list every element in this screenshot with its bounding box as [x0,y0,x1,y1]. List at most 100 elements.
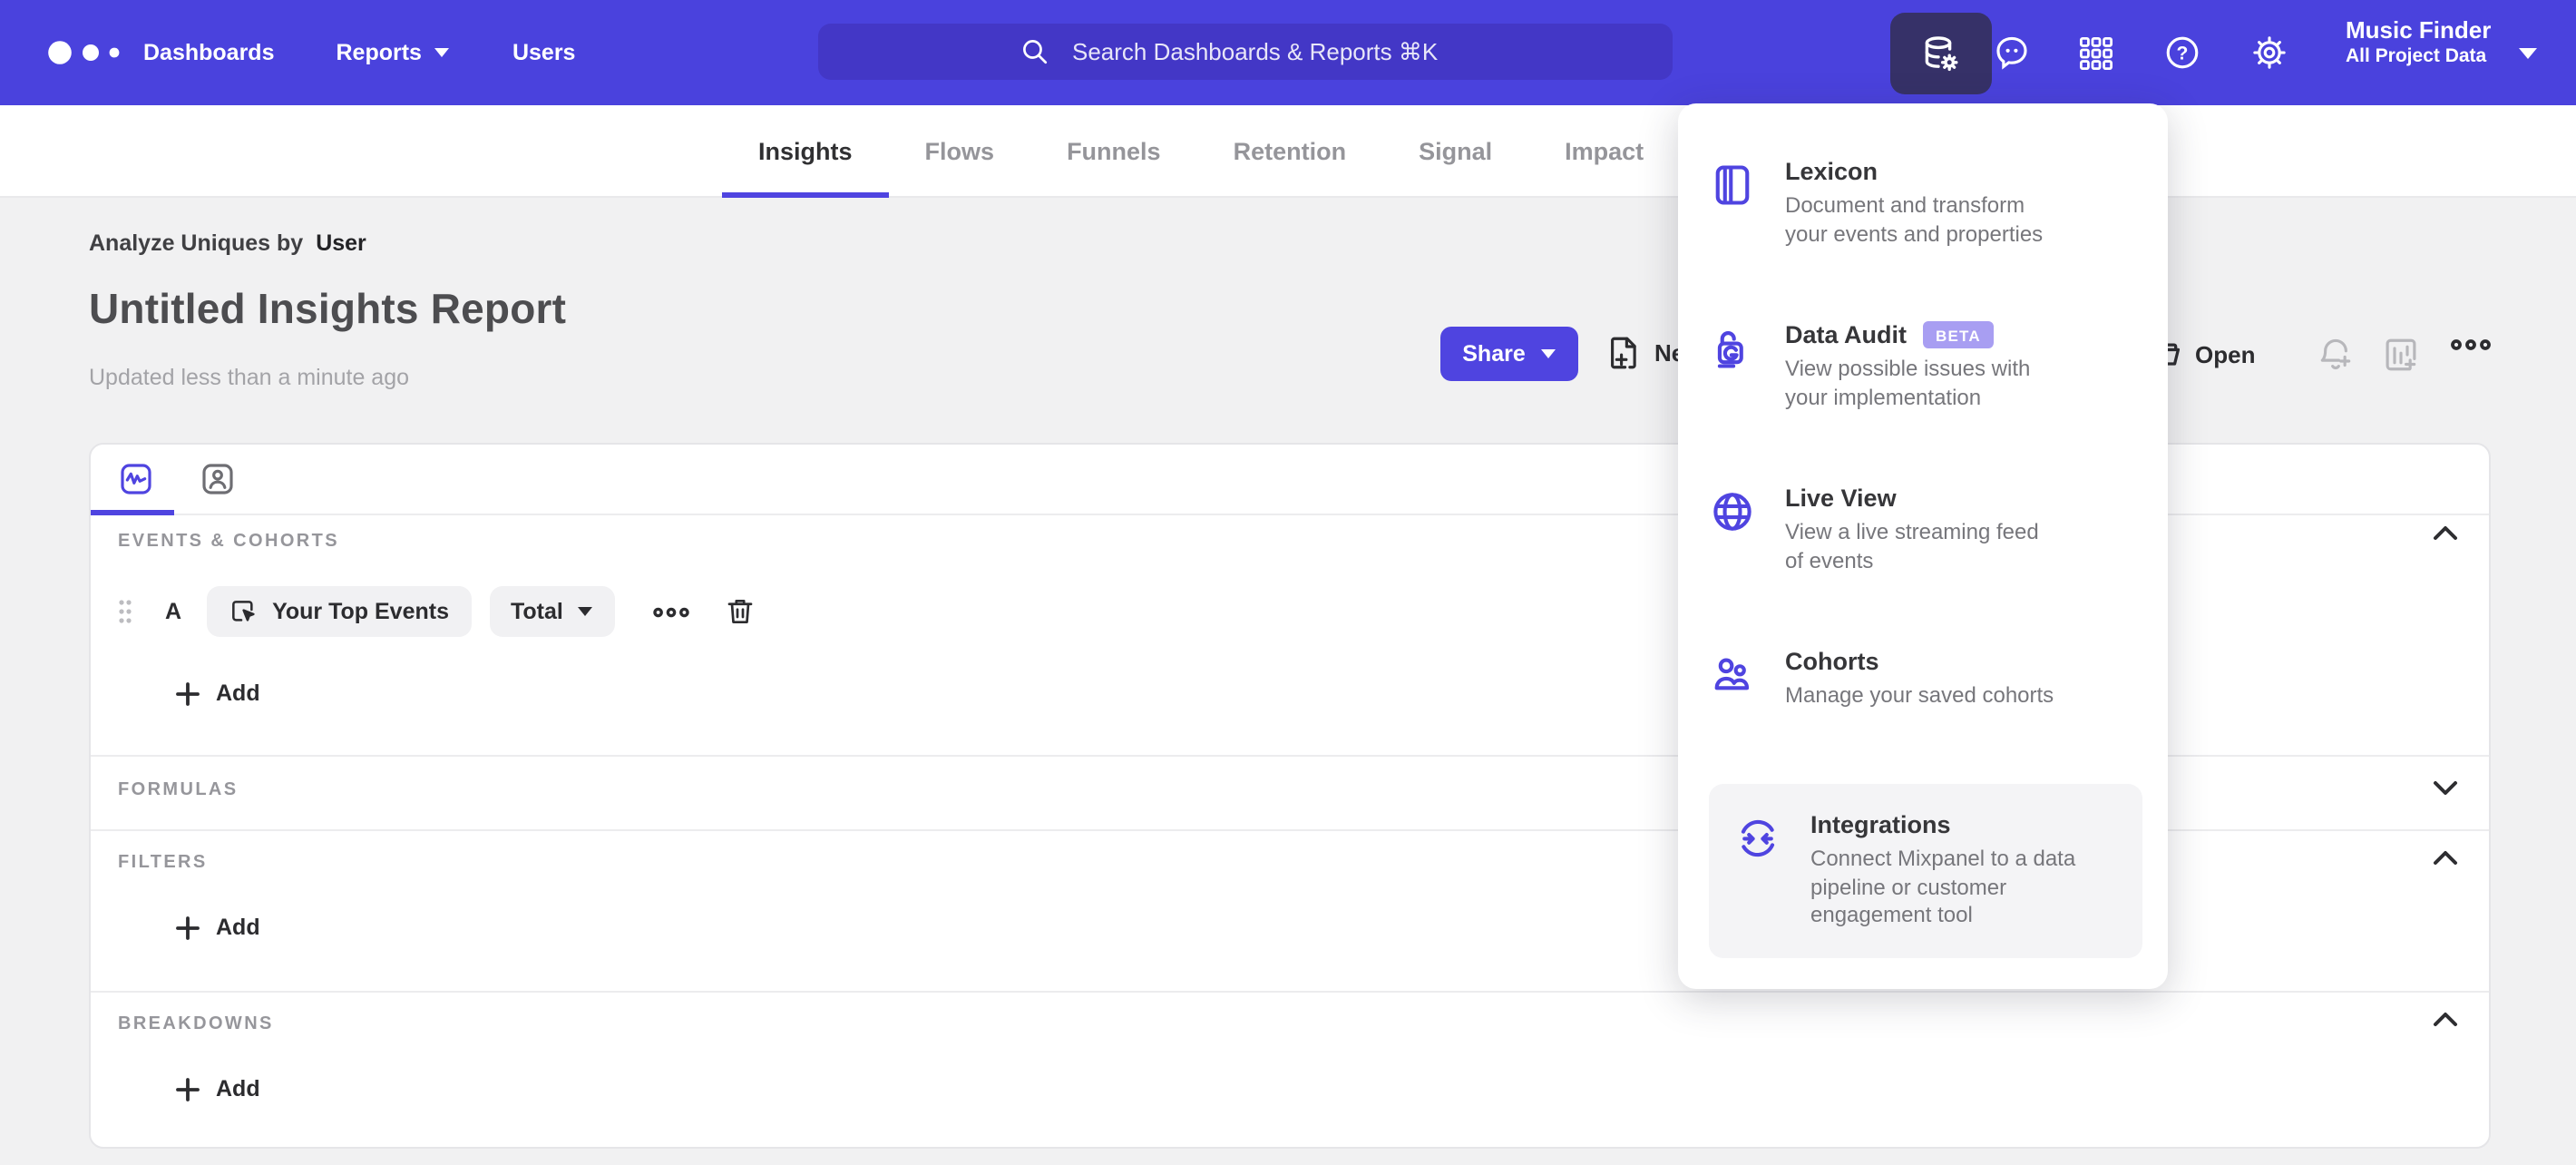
tab-signal[interactable]: Signal [1382,105,1528,196]
add-to-dashboard-icon [2386,338,2416,371]
menu-item-desc: Connect Mixpanel to a data pipeline or c… [1810,846,2076,927]
caret-down-icon [1540,349,1556,358]
ellipsis-icon [2451,339,2491,350]
tab-insights[interactable]: Insights [722,105,889,198]
add-breakdown-label: Add [216,1076,260,1101]
caret-down-icon [578,607,593,616]
report-tabs: Insights Flows Funnels Retention Signal … [722,105,1680,198]
project-scope: All Project Data [2346,45,2487,68]
primary-nav: Dashboards Reports Users [143,0,575,105]
tab-retention[interactable]: Retention [1197,105,1383,196]
menu-item-title: Cohorts [1785,648,1879,675]
nav-users[interactable]: Users [512,40,576,65]
analyze-value-selector[interactable]: User [316,230,366,256]
project-caret-down-icon[interactable] [2518,47,2538,60]
project-selector[interactable]: Music Finder All Project Data [2346,16,2491,70]
event-query-row: A Your Top Events Total [118,586,757,637]
feedback-button[interactable] [1992,0,2032,105]
menu-item-cohorts[interactable]: Cohorts Manage your saved cohorts [1709,648,2142,710]
search-icon [1023,40,1048,64]
data-management-dropdown: Lexicon Document and transform your even… [1678,103,2168,989]
tab-signal-label: Signal [1419,137,1493,164]
create-alert-button[interactable] [2317,336,2355,374]
plus-icon [176,1077,200,1101]
search-input[interactable] [1068,36,1471,67]
aggregation-label: Total [511,599,563,624]
menu-item-desc: View a live streaming feed of events [1785,519,2039,573]
events-view-tab[interactable] [118,461,154,497]
tab-funnels[interactable]: Funnels [1030,105,1197,196]
mixpanel-logo-icon[interactable] [47,40,120,65]
profile-card-icon [202,464,233,494]
bell-plus-icon [2320,338,2351,370]
menu-item-integrations[interactable]: Integrations Connect Mixpanel to a data … [1709,784,2142,957]
help-icon: ? [2166,36,2199,69]
menu-item-desc: Document and transform your events and p… [1785,192,2044,246]
breakdowns-label: BREAKDOWNS [118,1014,274,1034]
data-management-active-tile[interactable] [1890,13,1992,94]
nav-dashboards[interactable]: Dashboards [143,40,275,65]
analyze-uniques-row: Analyze Uniques by User [89,230,366,256]
tab-impact[interactable]: Impact [1528,105,1680,196]
tab-flows[interactable]: Flows [889,105,1031,196]
updated-timestamp: Updated less than a minute ago [89,365,410,390]
settings-button[interactable] [2249,0,2289,105]
report-type-tabstrip: Insights Flows Funnels Retention Signal … [0,105,2576,198]
tab-funnels-label: Funnels [1067,137,1161,164]
collapse-events-chevron-up-icon[interactable] [2433,524,2458,541]
tab-flows-label: Flows [924,137,995,164]
collapse-filters-chevron-up-icon[interactable] [2433,849,2458,866]
share-button-label: Share [1462,341,1526,367]
cohorts-people-icon [1709,648,1756,710]
add-event-button[interactable]: Add [176,680,260,706]
tab-retention-label: Retention [1233,137,1347,164]
more-actions-button[interactable] [2449,336,2493,354]
tab-insights-label: Insights [758,137,853,164]
event-cursor-icon [232,601,255,622]
events-cohorts-label: EVENTS & COHORTS [118,532,339,552]
profiles-view-tab[interactable] [200,461,236,497]
menu-item-live-view[interactable]: Live View View a live streaming feed of … [1709,485,2142,575]
svg-text:?: ? [2177,44,2189,64]
top-navigation-bar: Dashboards Reports Users Search Dashboar… [0,0,2576,105]
add-filter-button[interactable]: Add [176,915,260,940]
series-letter: A [165,599,182,624]
row-more-actions-button[interactable] [652,603,692,620]
live-view-globe-icon [1709,485,1756,575]
trash-icon [728,599,754,624]
menu-item-lexicon[interactable]: Lexicon Document and transform your even… [1709,158,2142,249]
help-button[interactable]: ? [2162,0,2202,105]
filters-label: FILTERS [118,853,208,873]
menu-item-title: Data Audit [1785,321,1907,348]
share-button[interactable]: Share [1440,327,1578,381]
global-search[interactable] [818,24,1673,80]
aggregation-selector-pill[interactable]: Total [489,586,616,637]
integrations-sync-icon [1734,811,1781,930]
menu-item-title: Live View [1785,485,1897,512]
menu-item-title: Integrations [1810,811,1951,838]
apps-grid-icon [2079,35,2113,70]
nav-reports[interactable]: Reports [337,40,451,65]
open-button-label: Open [2195,340,2256,367]
add-breakdown-button[interactable]: Add [176,1076,260,1101]
nav-users-label: Users [512,40,576,65]
event-selector-pill[interactable]: Your Top Events [207,586,471,637]
nav-reports-label: Reports [336,40,422,65]
drag-handle-icon[interactable] [118,599,132,624]
lexicon-book-icon [1709,158,1756,249]
collapse-breakdowns-chevron-up-icon[interactable] [2433,1011,2458,1027]
menu-item-desc: Manage your saved cohorts [1785,682,2054,708]
feedback-bubble-icon [1996,36,2027,70]
add-to-dashboard-button[interactable] [2382,336,2420,374]
plus-icon [176,681,200,705]
plus-icon [176,915,200,939]
add-filter-label: Add [216,915,260,940]
event-pill-label: Your Top Events [272,599,449,624]
nav-dashboards-label: Dashboards [143,40,275,65]
project-name: Music Finder [2346,16,2492,44]
page-title[interactable]: Untitled Insights Report [89,285,566,334]
delete-row-button[interactable] [725,595,757,628]
apps-grid-button[interactable] [2077,0,2115,105]
expand-formulas-chevron-down-icon[interactable] [2433,780,2458,797]
menu-item-data-audit[interactable]: Data Audit BETA View possible issues wit… [1709,321,2142,412]
